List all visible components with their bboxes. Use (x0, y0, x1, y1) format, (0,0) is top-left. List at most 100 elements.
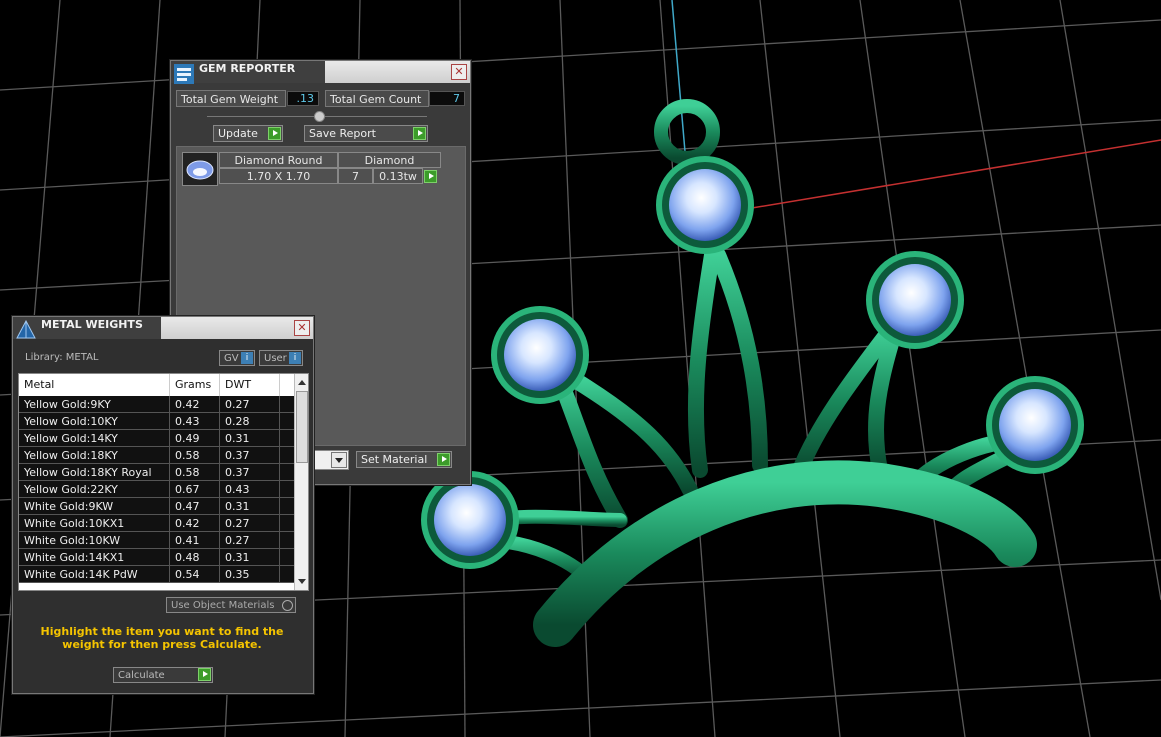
play-arrow-icon (198, 668, 211, 681)
cell-metal: White Gold:10KW (19, 532, 170, 549)
save-report-button[interactable]: Save Report (304, 125, 428, 142)
scroll-down-icon[interactable] (298, 579, 306, 584)
metal-weights-title: METAL WEIGHTS (41, 318, 143, 331)
instruction-hint: Highlight the item you want to find the … (40, 625, 284, 651)
cell-pad (280, 481, 295, 498)
divider-knob-icon (314, 111, 325, 122)
set-material-button[interactable]: Set Material (356, 451, 452, 468)
play-arrow-icon (268, 127, 281, 140)
cell-grams: 0.58 (170, 464, 220, 481)
info-icon: i (241, 352, 253, 364)
gem-reporter-titlebar[interactable]: GEM REPORTER ✕ (171, 61, 470, 84)
x-axis (739, 139, 1161, 211)
total-gem-weight-label: Total Gem Weight (176, 90, 286, 107)
total-gem-count-label: Total Gem Count (325, 90, 429, 107)
table-header: Metal Grams DWT (19, 374, 295, 397)
user-button[interactable]: User i (259, 350, 303, 366)
divider-handle[interactable] (207, 111, 427, 122)
cell-pad (280, 532, 295, 549)
cell-pad (280, 413, 295, 430)
table-row[interactable]: White Gold:14K PdW 0.54 0.35 (19, 566, 295, 583)
column-header-metal[interactable]: Metal (19, 374, 170, 396)
gem-expand-arrow-icon[interactable] (424, 170, 437, 183)
cell-pad (280, 549, 295, 566)
gem-size: 1.70 X 1.70 (219, 168, 338, 184)
radio-circle-icon (282, 600, 293, 611)
cell-dwt: 0.31 (220, 430, 280, 447)
vertical-scrollbar[interactable] (294, 374, 308, 590)
cell-grams: 0.47 (170, 498, 220, 515)
column-header-dwt[interactable]: DWT (220, 374, 280, 396)
cell-pad (280, 515, 295, 532)
cell-dwt: 0.35 (220, 566, 280, 583)
gem-reporter-close-button[interactable]: ✕ (451, 64, 467, 80)
library-label: Library: METAL (25, 352, 99, 363)
cell-metal: White Gold:10KX1 (19, 515, 170, 532)
cell-dwt: 0.27 (220, 515, 280, 532)
cell-pad (280, 447, 295, 464)
column-header-grams[interactable]: Grams (170, 374, 220, 396)
total-gem-count-value: 7 (429, 91, 465, 106)
cell-grams: 0.58 (170, 447, 220, 464)
metal-weights-icon (16, 320, 36, 339)
cell-metal: Yellow Gold:18KY (19, 447, 170, 464)
cell-grams: 0.49 (170, 430, 220, 447)
use-object-materials-toggle[interactable]: Use Object Materials (166, 597, 296, 613)
gem-list-item[interactable]: Diamond Round Diamond 1.70 X 1.70 7 0.13… (182, 152, 442, 188)
metal-weights-titlebar[interactable]: METAL WEIGHTS ✕ (13, 317, 313, 339)
dropdown-arrow-icon (331, 452, 347, 468)
gem-reporter-title-tab: GEM REPORTER (171, 61, 325, 84)
table-row[interactable]: White Gold:14KX1 0.48 0.31 (19, 549, 295, 566)
cell-dwt: 0.37 (220, 464, 280, 481)
cell-dwt: 0.43 (220, 481, 280, 498)
cell-grams: 0.67 (170, 481, 220, 498)
calculate-button[interactable]: Calculate (113, 667, 213, 683)
cell-metal: Yellow Gold:10KY (19, 413, 170, 430)
cell-metal: Yellow Gold:18KY Royal (19, 464, 170, 481)
cell-pad (280, 566, 295, 583)
cell-metal: White Gold:14K PdW (19, 566, 170, 583)
cell-dwt: 0.37 (220, 447, 280, 464)
cell-metal: Yellow Gold:14KY (19, 430, 170, 447)
close-icon: ✕ (297, 321, 307, 334)
total-gem-weight-value: .13 (287, 91, 319, 106)
scroll-thumb[interactable] (296, 391, 308, 463)
cell-metal: Yellow Gold:9KY (19, 396, 170, 413)
gv-label: GV (224, 353, 239, 364)
cell-dwt: 0.28 (220, 413, 280, 430)
cell-grams: 0.48 (170, 549, 220, 566)
calculate-label: Calculate (118, 670, 165, 681)
update-button[interactable]: Update (213, 125, 283, 142)
metal-weights-panel: METAL WEIGHTS ✕ Library: METAL GV i User… (12, 316, 314, 694)
play-arrow-icon (437, 453, 450, 466)
gem-material: Diamond (338, 152, 441, 168)
table-row[interactable]: White Gold:10KW 0.41 0.27 (19, 532, 295, 549)
table-row[interactable]: Yellow Gold:14KY 0.49 0.31 (19, 430, 295, 447)
table-row[interactable]: Yellow Gold:22KY 0.67 0.43 (19, 481, 295, 498)
table-row[interactable]: Yellow Gold:18KY Royal 0.58 0.37 (19, 464, 295, 481)
gv-button[interactable]: GV i (219, 350, 255, 366)
gem-thumbnail (182, 152, 218, 186)
info-icon: i (289, 352, 301, 364)
material-dropdown[interactable] (313, 450, 349, 470)
metal-weights-close-button[interactable]: ✕ (294, 320, 310, 336)
round-diamond-icon (186, 160, 214, 180)
cell-dwt: 0.27 (220, 532, 280, 549)
table-row[interactable]: White Gold:9KW 0.47 0.31 (19, 498, 295, 515)
gem-reporter-title: GEM REPORTER (199, 62, 296, 75)
gem-shape: Diamond Round (219, 152, 338, 168)
table-row[interactable]: Yellow Gold:9KY 0.42 0.27 (19, 396, 295, 413)
table-row[interactable]: Yellow Gold:18KY 0.58 0.37 (19, 447, 295, 464)
save-report-label: Save Report (309, 127, 376, 140)
metal-weights-table[interactable]: Metal Grams DWT Yellow Gold:9KY 0.42 0.27 Y… (18, 373, 309, 591)
scroll-up-icon[interactable] (298, 380, 306, 385)
cell-grams: 0.42 (170, 515, 220, 532)
table-row[interactable]: White Gold:10KX1 0.42 0.27 (19, 515, 295, 532)
table-row[interactable]: Yellow Gold:10KY 0.43 0.28 (19, 413, 295, 430)
cell-pad (280, 464, 295, 481)
cell-grams: 0.41 (170, 532, 220, 549)
cell-grams: 0.43 (170, 413, 220, 430)
cell-dwt: 0.31 (220, 549, 280, 566)
update-label: Update (218, 127, 258, 140)
cell-metal: White Gold:9KW (19, 498, 170, 515)
